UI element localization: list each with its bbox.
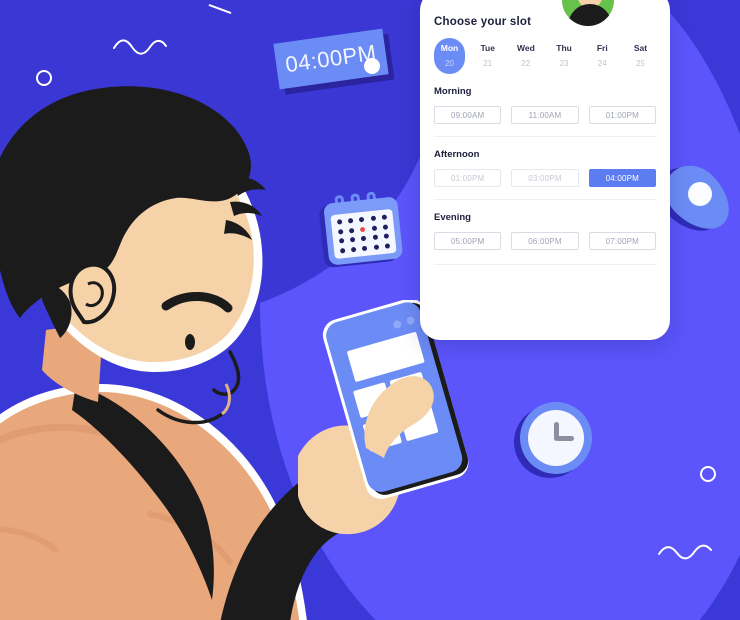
slot-row-evening: 05:00PM 06:00PM 07:00PM — [434, 232, 656, 262]
day-name: Wed — [516, 43, 535, 53]
circle-outline-icon — [700, 466, 716, 482]
day-item-mon[interactable]: Mon 20 — [434, 38, 465, 74]
day-number: 23 — [559, 59, 569, 68]
day-name: Mon — [440, 43, 459, 53]
slot-button[interactable]: 11:00AM — [511, 106, 579, 124]
badge-dot-icon — [364, 58, 380, 74]
illustration-canvas: 04:00PM Choose your slot Mon 20 Tue 21 W… — [0, 0, 740, 620]
day-selector[interactable]: Mon 20 Tue 21 Wed 22 Thu 23 Fri 24 Sat 2… — [434, 38, 656, 74]
day-item-sat[interactable]: Sat 25 — [625, 38, 656, 74]
section-morning: Morning 09:00AM 11:00AM 01:00PM — [434, 74, 656, 136]
section-afternoon: Afternoon 01:00PM 03:00PM 04:00PM — [434, 136, 656, 199]
clock-icon — [514, 402, 594, 478]
booking-card: Choose your slot Mon 20 Tue 21 Wed 22 Th… — [420, 0, 670, 340]
day-number: 22 — [521, 59, 531, 68]
calendar-page — [330, 208, 397, 260]
slot-button[interactable]: 01:00PM — [588, 106, 656, 124]
squiggle-line-icon — [113, 39, 167, 55]
day-item-wed[interactable]: Wed 22 — [510, 38, 541, 74]
slot-button-selected[interactable]: 04:00PM — [588, 169, 656, 187]
day-name: Sat — [633, 43, 648, 53]
slot-row-morning: 09:00AM 11:00AM 01:00PM — [434, 106, 656, 136]
avatar-body — [568, 4, 612, 26]
map-pin-icon — [646, 154, 740, 244]
page-title: Choose your slot — [434, 16, 532, 28]
calendar-icon — [318, 191, 404, 269]
thumb — [364, 376, 434, 458]
clock-minute-hand — [556, 436, 574, 441]
section-title: Morning — [434, 86, 472, 97]
day-number: 24 — [597, 59, 607, 68]
day-name: Tue — [480, 43, 495, 53]
slot-button[interactable]: 05:00PM — [434, 232, 502, 250]
card-divider — [434, 264, 656, 265]
map-pin-hole — [688, 182, 712, 206]
squiggle-line-icon — [658, 544, 712, 560]
day-number: 20 — [445, 59, 454, 68]
day-name: Thu — [556, 43, 572, 53]
avatar[interactable] — [560, 0, 616, 28]
day-item-fri[interactable]: Fri 24 — [587, 38, 618, 74]
slot-button[interactable]: 06:00PM — [511, 232, 579, 250]
section-evening: Evening 05:00PM 06:00PM 07:00PM — [434, 199, 656, 262]
slot-row-afternoon: 01:00PM 03:00PM 04:00PM — [434, 169, 656, 199]
slot-button[interactable]: 09:00AM — [434, 106, 502, 124]
slot-button-disabled: 01:00PM — [434, 169, 502, 187]
section-title: Afternoon — [434, 149, 480, 160]
section-title: Evening — [434, 212, 471, 223]
time-badge-label: 04:00PM — [283, 39, 379, 78]
slot-button-disabled: 03:00PM — [511, 169, 579, 187]
day-number: 21 — [483, 59, 493, 68]
slot-button[interactable]: 07:00PM — [588, 232, 656, 250]
day-item-tue[interactable]: Tue 21 — [472, 38, 503, 74]
day-number: 25 — [635, 59, 645, 68]
day-name: Fri — [596, 43, 608, 53]
day-item-thu[interactable]: Thu 23 — [549, 38, 580, 74]
